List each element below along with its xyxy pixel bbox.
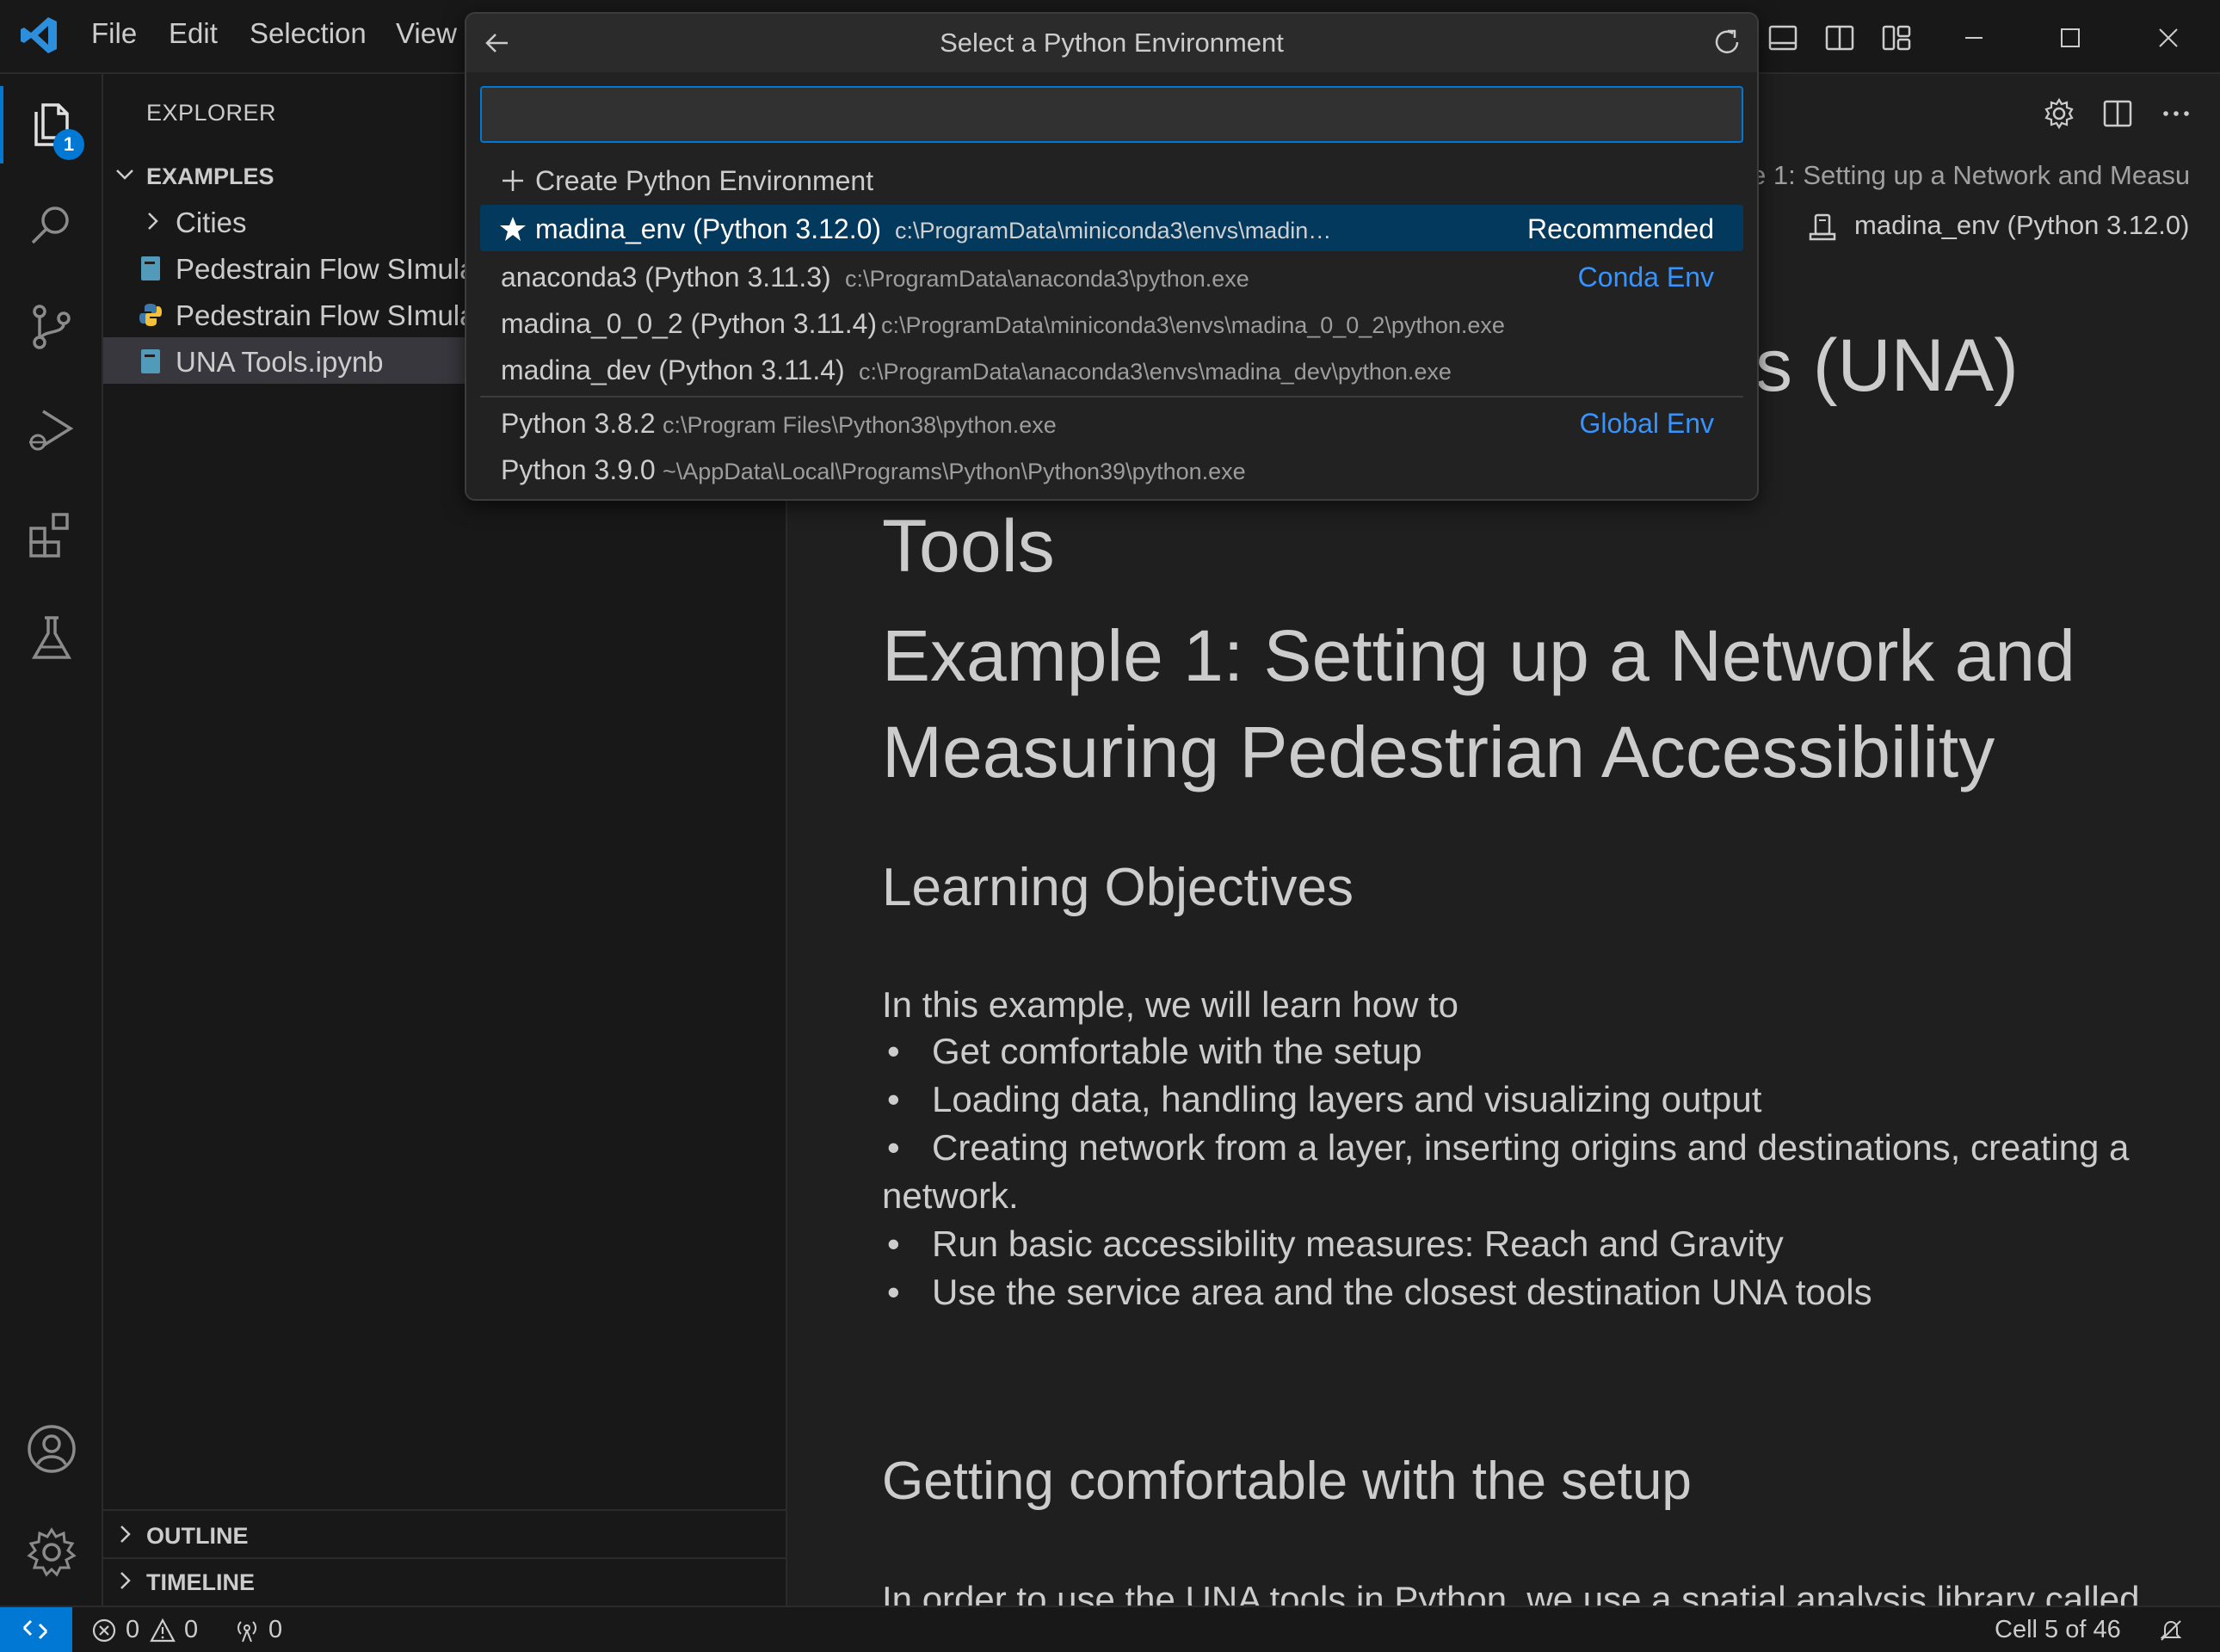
environment-tag: Recommended — [1527, 213, 1714, 244]
warning-icon[interactable] — [150, 1618, 176, 1643]
cell-position[interactable]: Cell 5 of 46 — [1995, 1616, 2121, 1644]
warning-count[interactable]: 0 — [184, 1616, 198, 1644]
list-item: • Use the service area and the closest de… — [887, 1272, 1872, 1312]
environment-item[interactable]: Python 3.8.2 c:\Program Files\Python38\p… — [480, 399, 1743, 446]
source-control-icon[interactable] — [24, 299, 79, 354]
chevron-down-icon — [116, 170, 133, 180]
notebook-title-continued: Tools — [882, 505, 1055, 582]
sidebar-title: EXPLORER — [146, 100, 277, 126]
create-environment-item[interactable]: Create Python Environment — [480, 157, 1743, 203]
environment-item[interactable]: madina_0_0_2 (Python 3.11.4) c:\ProgramD… — [480, 299, 1743, 346]
chevron-right-icon — [120, 1526, 131, 1543]
more-actions-icon[interactable] — [2159, 96, 2193, 131]
quick-pick-title: Select a Python Environment — [940, 28, 1284, 58]
tree-item-label: UNA Tools.ipynb — [176, 346, 384, 378]
ports-count[interactable]: 0 — [268, 1616, 282, 1644]
tree-item-label: Pedestrain Flow SImulat — [176, 253, 484, 285]
manage-gear-icon[interactable] — [24, 1525, 79, 1580]
environment-tag: Global Env — [1579, 408, 1714, 439]
kernel-icon[interactable] — [1807, 212, 1838, 243]
environment-name: anaconda3 (Python 3.11.3) — [501, 262, 831, 293]
environment-item[interactable]: madina_dev (Python 3.11.4) c:\ProgramDat… — [480, 346, 1743, 392]
create-environment-label: Create Python Environment — [535, 165, 874, 196]
outline-label: OUTLINE — [146, 1523, 249, 1549]
environment-item[interactable]: madina_env (Python 3.12.0) c:\ProgramDat… — [480, 205, 1743, 251]
active-indicator — [0, 86, 3, 163]
activity-bar: 1 — [0, 74, 103, 1606]
notebook-title: s (UNA) — [1755, 324, 2019, 407]
list-item: • Run basic accessibility measures: Reach… — [887, 1224, 1784, 1264]
star-icon — [500, 217, 526, 241]
environment-path: c:\ProgramData\miniconda3\envs\madina_0_… — [881, 312, 1505, 338]
error-icon[interactable] — [91, 1618, 117, 1643]
toggle-primary-sidebar-icon[interactable] — [1767, 22, 1798, 53]
menu-edit[interactable]: Edit — [169, 17, 218, 50]
plus-icon — [503, 170, 523, 191]
chevron-right-icon — [148, 213, 158, 230]
tree-item-label: Cities — [176, 206, 247, 238]
section-timeline[interactable]: TIMELINE — [103, 1557, 786, 1604]
tree-item-label: Pedestrain Flow SImulat — [176, 299, 484, 331]
menu-selection[interactable]: Selection — [250, 17, 367, 50]
run-debug-icon[interactable] — [24, 403, 79, 458]
quick-pick-header: Select a Python Environment — [466, 14, 1757, 72]
status-bar: 0 0 0 Cell 5 of 46 — [0, 1606, 2220, 1652]
example-heading: Example 1: Setting up a Network and Meas… — [882, 615, 2075, 792]
group-separator — [480, 396, 1743, 398]
menu-view[interactable]: View — [396, 17, 457, 50]
refresh-icon[interactable] — [1711, 26, 1743, 59]
breadcrumb[interactable]: e 1: Setting up a Network and Measu — [1751, 160, 2220, 191]
python-environment-quick-pick: Select a Python Environment Create Pytho… — [465, 12, 1759, 501]
accounts-icon[interactable] — [24, 1421, 79, 1476]
timeline-label: TIMELINE — [146, 1569, 255, 1595]
environment-search-input[interactable] — [480, 86, 1743, 143]
objectives-list: • Get comfortable with the setup • Loading… — [882, 1027, 2173, 1316]
error-count[interactable]: 0 — [126, 1616, 139, 1644]
environment-path: c:\ProgramData\anaconda3\python.exe — [845, 266, 1249, 292]
environment-item[interactable]: anaconda3 (Python 3.11.3) c:\ProgramData… — [480, 253, 1743, 299]
notebook-settings-gear-icon[interactable] — [2042, 96, 2076, 131]
kernel-picker[interactable]: madina_env (Python 3.12.0) — [1854, 210, 2189, 241]
chevron-right-icon — [120, 1572, 131, 1589]
toggle-panel-icon[interactable] — [1824, 22, 1855, 53]
notifications-muted-bell-icon[interactable] — [2158, 1618, 2184, 1643]
environment-tag: Conda Env — [1577, 262, 1714, 293]
minimize-icon[interactable] — [1957, 21, 1991, 55]
notebook-file-icon — [141, 256, 160, 280]
environment-name: madina_dev (Python 3.11.4) — [501, 354, 845, 385]
explorer-badge: 1 — [53, 129, 84, 160]
python-file-icon — [139, 304, 162, 326]
notebook-file-icon — [141, 349, 160, 373]
extensions-icon[interactable] — [24, 508, 79, 563]
environment-path: c:\ProgramData\miniconda3\envs\madina_en… — [895, 218, 1339, 243]
split-editor-icon[interactable] — [2100, 96, 2135, 131]
environment-path: c:\ProgramData\anaconda3\envs\madina_dev… — [859, 359, 1452, 385]
environment-name: madina_0_0_2 (Python 3.11.4) — [501, 308, 878, 339]
vscode-logo-icon — [21, 17, 57, 53]
environment-path: c:\Program Files\Python38\python.exe — [663, 412, 1057, 438]
list-item: • Loading data, handling layers and visua… — [887, 1079, 1762, 1119]
environment-path: ~\AppData\Local\Programs\Python\Python39… — [663, 459, 1246, 484]
list-item: • Creating network from a layer, insertin… — [882, 1127, 2130, 1216]
close-icon[interactable] — [2151, 21, 2186, 55]
folder-label: EXAMPLES — [146, 163, 274, 189]
testing-icon[interactable] — [24, 611, 79, 666]
intro-text: In this example, we will learn how to — [882, 984, 1458, 1025]
remote-button[interactable] — [0, 1607, 72, 1652]
maximize-icon[interactable] — [2053, 21, 2087, 55]
menu-file[interactable]: File — [91, 17, 137, 50]
environment-item[interactable]: Python 3.9.0 ~\AppData\Local\Programs\Py… — [480, 446, 1743, 492]
learning-objectives-heading: Learning Objectives — [882, 858, 1354, 917]
section-outline[interactable]: OUTLINE — [103, 1511, 786, 1557]
search-icon[interactable] — [24, 198, 79, 253]
customize-layout-icon[interactable] — [1881, 22, 1912, 53]
setup-heading: Getting comfortable with the setup — [882, 1452, 1692, 1511]
environment-name: Python 3.8.2 — [501, 408, 656, 439]
remote-icon — [22, 1619, 48, 1640]
ports-broadcast-icon[interactable] — [234, 1618, 260, 1643]
environment-name: madina_env (Python 3.12.0) — [535, 213, 882, 244]
environment-name: Python 3.9.0 — [501, 454, 656, 485]
list-item: • Get comfortable with the setup — [887, 1031, 1422, 1071]
